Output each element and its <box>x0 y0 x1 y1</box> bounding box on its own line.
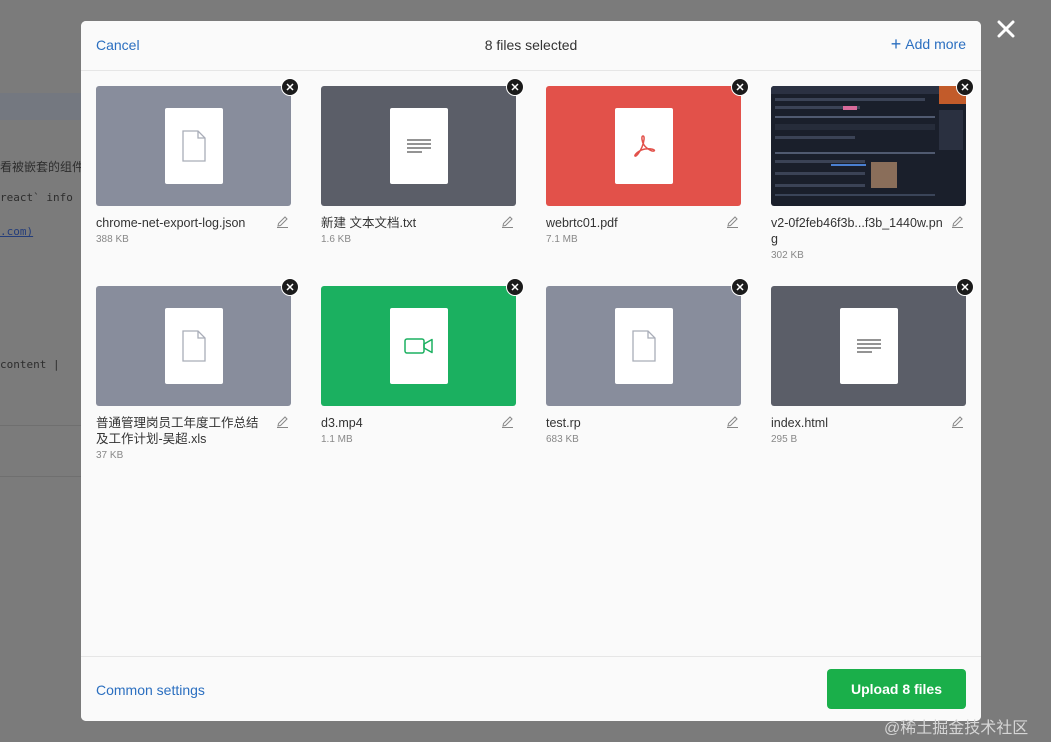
file-card <box>614 308 673 384</box>
close-icon <box>736 83 744 91</box>
dashboard-footer: Common settings Upload 8 files <box>81 656 981 721</box>
file-name: d3.mp4 <box>321 416 363 430</box>
file-item: chrome-net-export-log.json 388 KB <box>96 78 299 266</box>
file-item: v2-0f2feb46f3b...f3b_1440w.png 302 KB <box>771 78 974 266</box>
file-size: 295 B <box>771 434 798 445</box>
file-item: 新建 文本文档.txt 1.6 KB <box>321 78 524 266</box>
edit-file-button[interactable] <box>501 215 514 233</box>
file-thumbnail <box>546 278 749 406</box>
background-divider <box>0 425 81 426</box>
pdf-icon <box>633 135 655 157</box>
upload-button[interactable]: Upload 8 files <box>827 669 966 709</box>
pencil-icon <box>502 216 513 228</box>
edit-file-button[interactable] <box>726 415 739 433</box>
file-list: chrome-net-export-log.json 388 KB 新建 文本文… <box>96 78 974 466</box>
remove-file-button[interactable] <box>956 278 974 296</box>
remove-file-button[interactable] <box>281 78 299 96</box>
remove-file-button[interactable] <box>506 278 524 296</box>
edit-file-button[interactable] <box>951 415 964 433</box>
remove-file-button[interactable] <box>506 78 524 96</box>
file-size: 388 KB <box>96 234 129 245</box>
file-thumbnail <box>771 78 974 206</box>
pencil-icon <box>502 416 513 428</box>
close-icon <box>961 283 969 291</box>
edit-file-button[interactable] <box>276 415 289 433</box>
text-lines-icon <box>406 139 431 153</box>
plus-icon: + <box>890 34 902 54</box>
add-more-button[interactable]: + Add more <box>890 34 966 54</box>
file-size: 37 KB <box>96 450 124 461</box>
file-item: d3.mp4 1.1 MB <box>321 278 524 466</box>
file-name: index.html <box>771 416 828 430</box>
file-name: 新建 文本文档.txt <box>321 216 417 230</box>
common-settings-link[interactable]: Common settings <box>96 682 205 698</box>
close-icon <box>511 83 519 91</box>
background-divider <box>0 476 81 477</box>
pencil-icon <box>277 416 288 428</box>
file-item: test.rp 683 KB <box>546 278 749 466</box>
file-name: v2-0f2feb46f3b...f3b_1440w.png <box>771 216 943 246</box>
background-text: 看被嵌套的组件 <box>0 160 85 174</box>
pencil-icon <box>952 416 963 428</box>
pencil-icon <box>952 216 963 228</box>
edit-file-button[interactable] <box>951 215 964 233</box>
file-thumbnail <box>771 278 974 406</box>
files-selected-title: 8 files selected <box>484 37 578 53</box>
file-card <box>164 108 223 184</box>
file-icon <box>181 130 206 162</box>
file-name: test.rp <box>546 416 581 430</box>
background-code: react` info <box>0 191 73 204</box>
pencil-icon <box>727 416 738 428</box>
close-icon <box>286 283 294 291</box>
file-item: webrtc01.pdf 7.1 MB <box>546 78 749 266</box>
file-thumbnail <box>321 78 524 206</box>
remove-file-button[interactable] <box>731 278 749 296</box>
file-size: 7.1 MB <box>546 234 578 245</box>
close-icon <box>511 283 519 291</box>
file-card <box>389 108 448 184</box>
edit-file-button[interactable] <box>501 415 514 433</box>
file-card <box>164 308 223 384</box>
file-name: chrome-net-export-log.json <box>96 216 246 230</box>
upload-dashboard-modal: Cancel 8 files selected + Add more chrom… <box>81 21 981 721</box>
file-item: index.html 295 B <box>771 278 974 466</box>
file-size: 1.6 KB <box>321 234 352 245</box>
remove-file-button[interactable] <box>731 78 749 96</box>
file-thumbnail <box>321 278 524 406</box>
video-camera-icon <box>403 338 433 354</box>
remove-file-button[interactable] <box>281 278 299 296</box>
file-thumbnail <box>546 78 749 206</box>
pencil-icon <box>727 216 738 228</box>
file-size: 683 KB <box>546 434 579 445</box>
file-thumbnail <box>96 278 299 406</box>
file-item: 普通管理岗员工年度工作总结及工作计划-吴超.xls 37 KB <box>96 278 299 466</box>
background-band <box>0 93 81 120</box>
text-lines-icon <box>856 339 881 353</box>
file-thumbnail <box>96 78 299 206</box>
edit-file-button[interactable] <box>726 215 739 233</box>
background-code-2: content | <box>0 358 60 371</box>
close-icon <box>997 20 1015 38</box>
file-icon <box>631 330 656 362</box>
edit-file-button[interactable] <box>276 215 289 233</box>
add-more-label: Add more <box>905 36 966 52</box>
file-card <box>389 308 448 384</box>
dashboard-header: Cancel 8 files selected + Add more <box>81 21 981 71</box>
remove-file-button[interactable] <box>956 78 974 96</box>
file-card <box>614 108 673 184</box>
pencil-icon <box>277 216 288 228</box>
watermark: @稀土掘金技术社区 <box>884 720 1029 737</box>
file-name: webrtc01.pdf <box>546 216 618 230</box>
close-icon <box>961 83 969 91</box>
file-size: 302 KB <box>771 250 804 261</box>
file-name: 普通管理岗员工年度工作总结及工作计划-吴超.xls <box>96 416 259 446</box>
close-dashboard-button[interactable] <box>993 16 1019 42</box>
close-icon <box>736 283 744 291</box>
close-icon <box>286 83 294 91</box>
file-size: 1.1 MB <box>321 434 353 445</box>
image-thumbnail <box>771 86 966 206</box>
file-icon <box>181 330 206 362</box>
file-card <box>839 308 898 384</box>
background-link: .com) <box>0 225 34 238</box>
